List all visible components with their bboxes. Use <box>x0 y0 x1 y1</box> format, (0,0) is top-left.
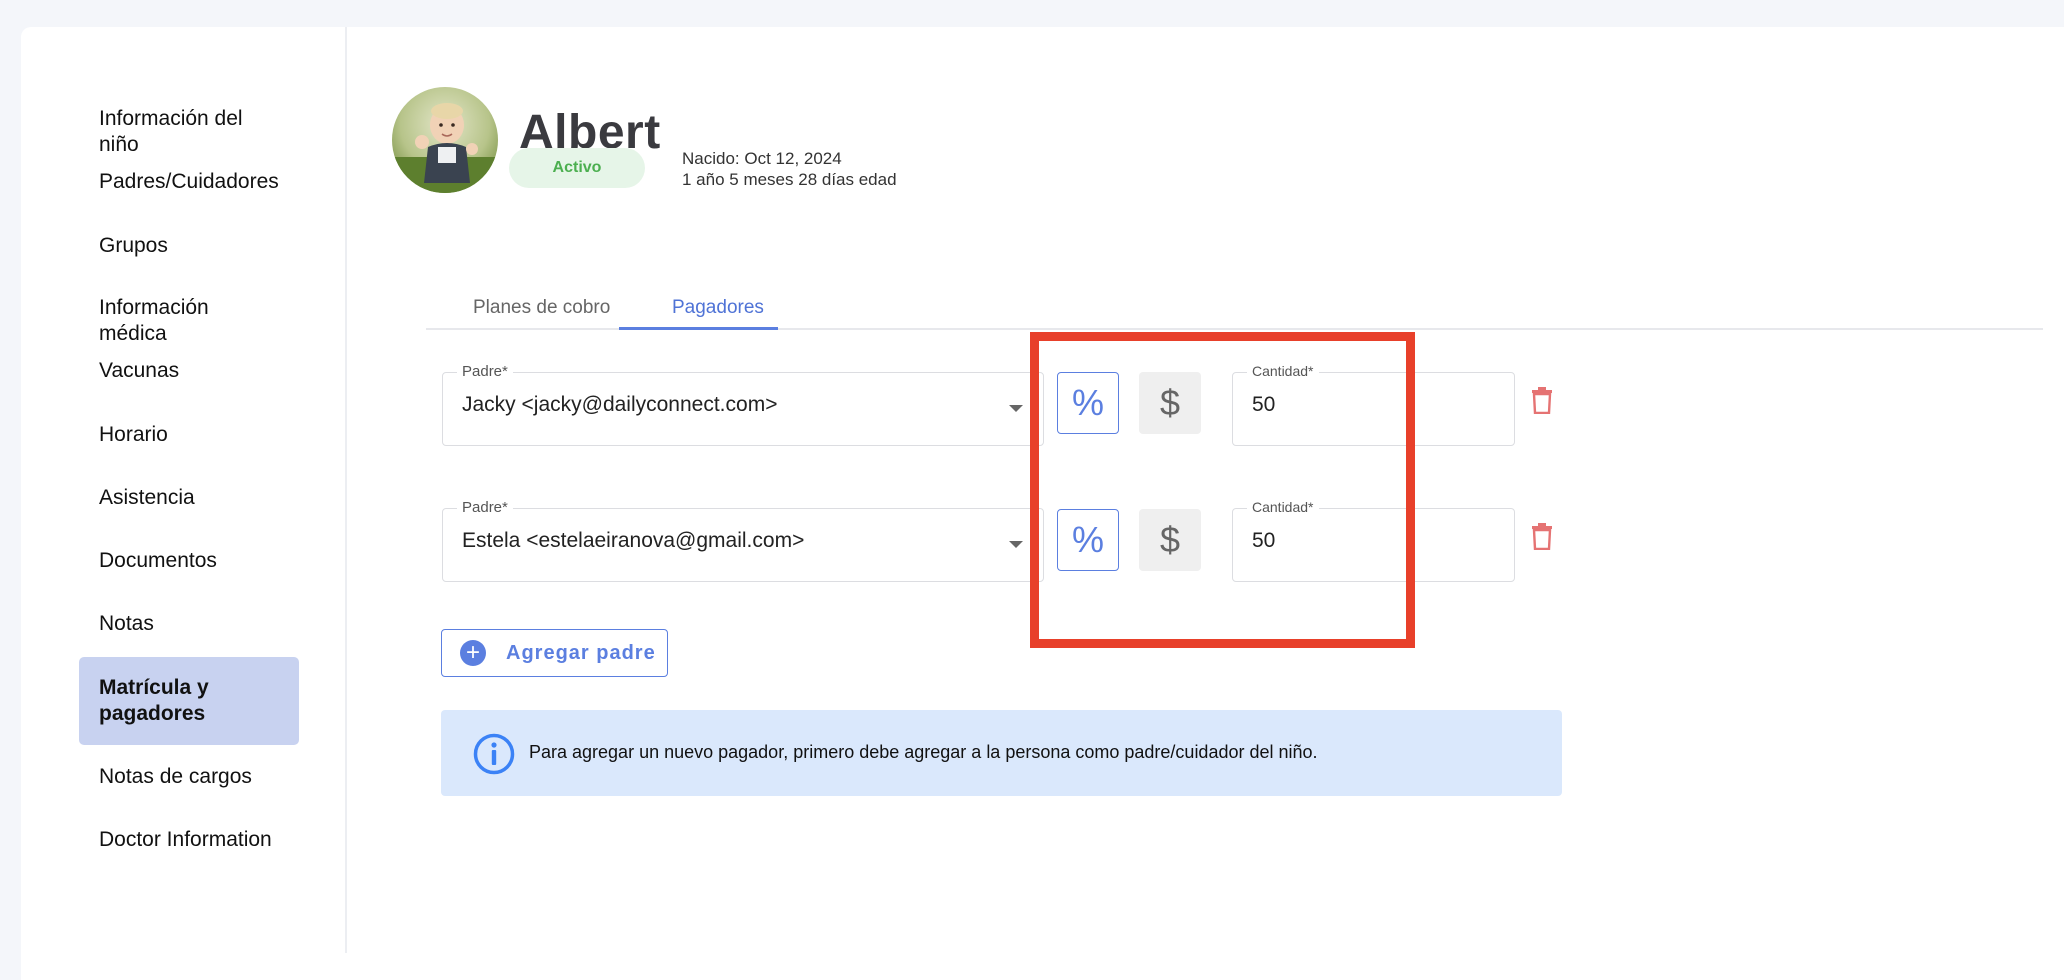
birth-info: Nacido: Oct 12, 2024 1 año 5 meses 28 dí… <box>682 148 897 190</box>
birth-date: Nacido: Oct 12, 2024 <box>682 149 842 168</box>
chevron-down-icon <box>1009 405 1023 412</box>
highlight-annotation-box <box>1030 332 1415 648</box>
sidebar-item-charge-notes[interactable]: Notas de cargos <box>79 764 299 790</box>
sidebar-item-parents[interactable]: Padres/Cuidadores <box>79 169 299 195</box>
chevron-down-icon <box>1009 541 1023 548</box>
info-alert: Para agregar un nuevo pagador, primero d… <box>441 710 1562 796</box>
parent-select-label: Padre* <box>457 363 513 380</box>
trash-icon[interactable] <box>1530 386 1554 414</box>
sidebar-item-attendance[interactable]: Asistencia <box>79 485 299 511</box>
status-badge: Activo <box>509 148 645 188</box>
trash-icon[interactable] <box>1530 522 1554 550</box>
sidebar-item-doctor-info[interactable]: Doctor Information <box>79 827 299 853</box>
info-icon <box>473 733 515 775</box>
info-message: Para agregar un nuevo pagador, primero d… <box>529 742 1318 762</box>
parent-select[interactable]: Padre* Jacky <jacky@dailyconnect.com> <box>442 363 1044 446</box>
sidebar-item-vaccines[interactable]: Vacunas <box>79 358 299 384</box>
tab-active-indicator <box>619 327 778 330</box>
age-text: 1 año 5 meses 28 días edad <box>682 170 897 189</box>
sidebar-item-enrollment-payers[interactable]: Matrícula y pagadores <box>79 657 299 745</box>
sidebar-item-notes[interactable]: Notas <box>79 611 299 637</box>
sidebar-item-schedule[interactable]: Horario <box>79 422 299 448</box>
parent-select-label: Padre* <box>457 499 513 516</box>
add-parent-label: Agregar padre <box>506 641 656 664</box>
avatar <box>392 87 498 193</box>
parent-select-value: Estela <estelaeiranova@gmail.com> <box>462 529 805 552</box>
sidebar-item-groups[interactable]: Grupos <box>79 233 299 259</box>
sidebar-divider <box>345 27 347 953</box>
add-parent-button[interactable]: + Agregar padre <box>441 629 668 677</box>
parent-select-value: Jacky <jacky@dailyconnect.com> <box>462 393 778 416</box>
sidebar-item-medical[interactable]: Información médica <box>79 295 299 347</box>
parent-select[interactable]: Padre* Estela <estelaeiranova@gmail.com> <box>442 499 1044 582</box>
sidebar-item-child-info[interactable]: Información del niño <box>79 106 299 158</box>
tab-billing-plans[interactable]: Planes de cobro <box>473 297 610 319</box>
tab-payers[interactable]: Pagadores <box>672 297 764 319</box>
sidebar-item-documents[interactable]: Documentos <box>79 548 299 574</box>
plus-circle-icon: + <box>460 640 486 666</box>
